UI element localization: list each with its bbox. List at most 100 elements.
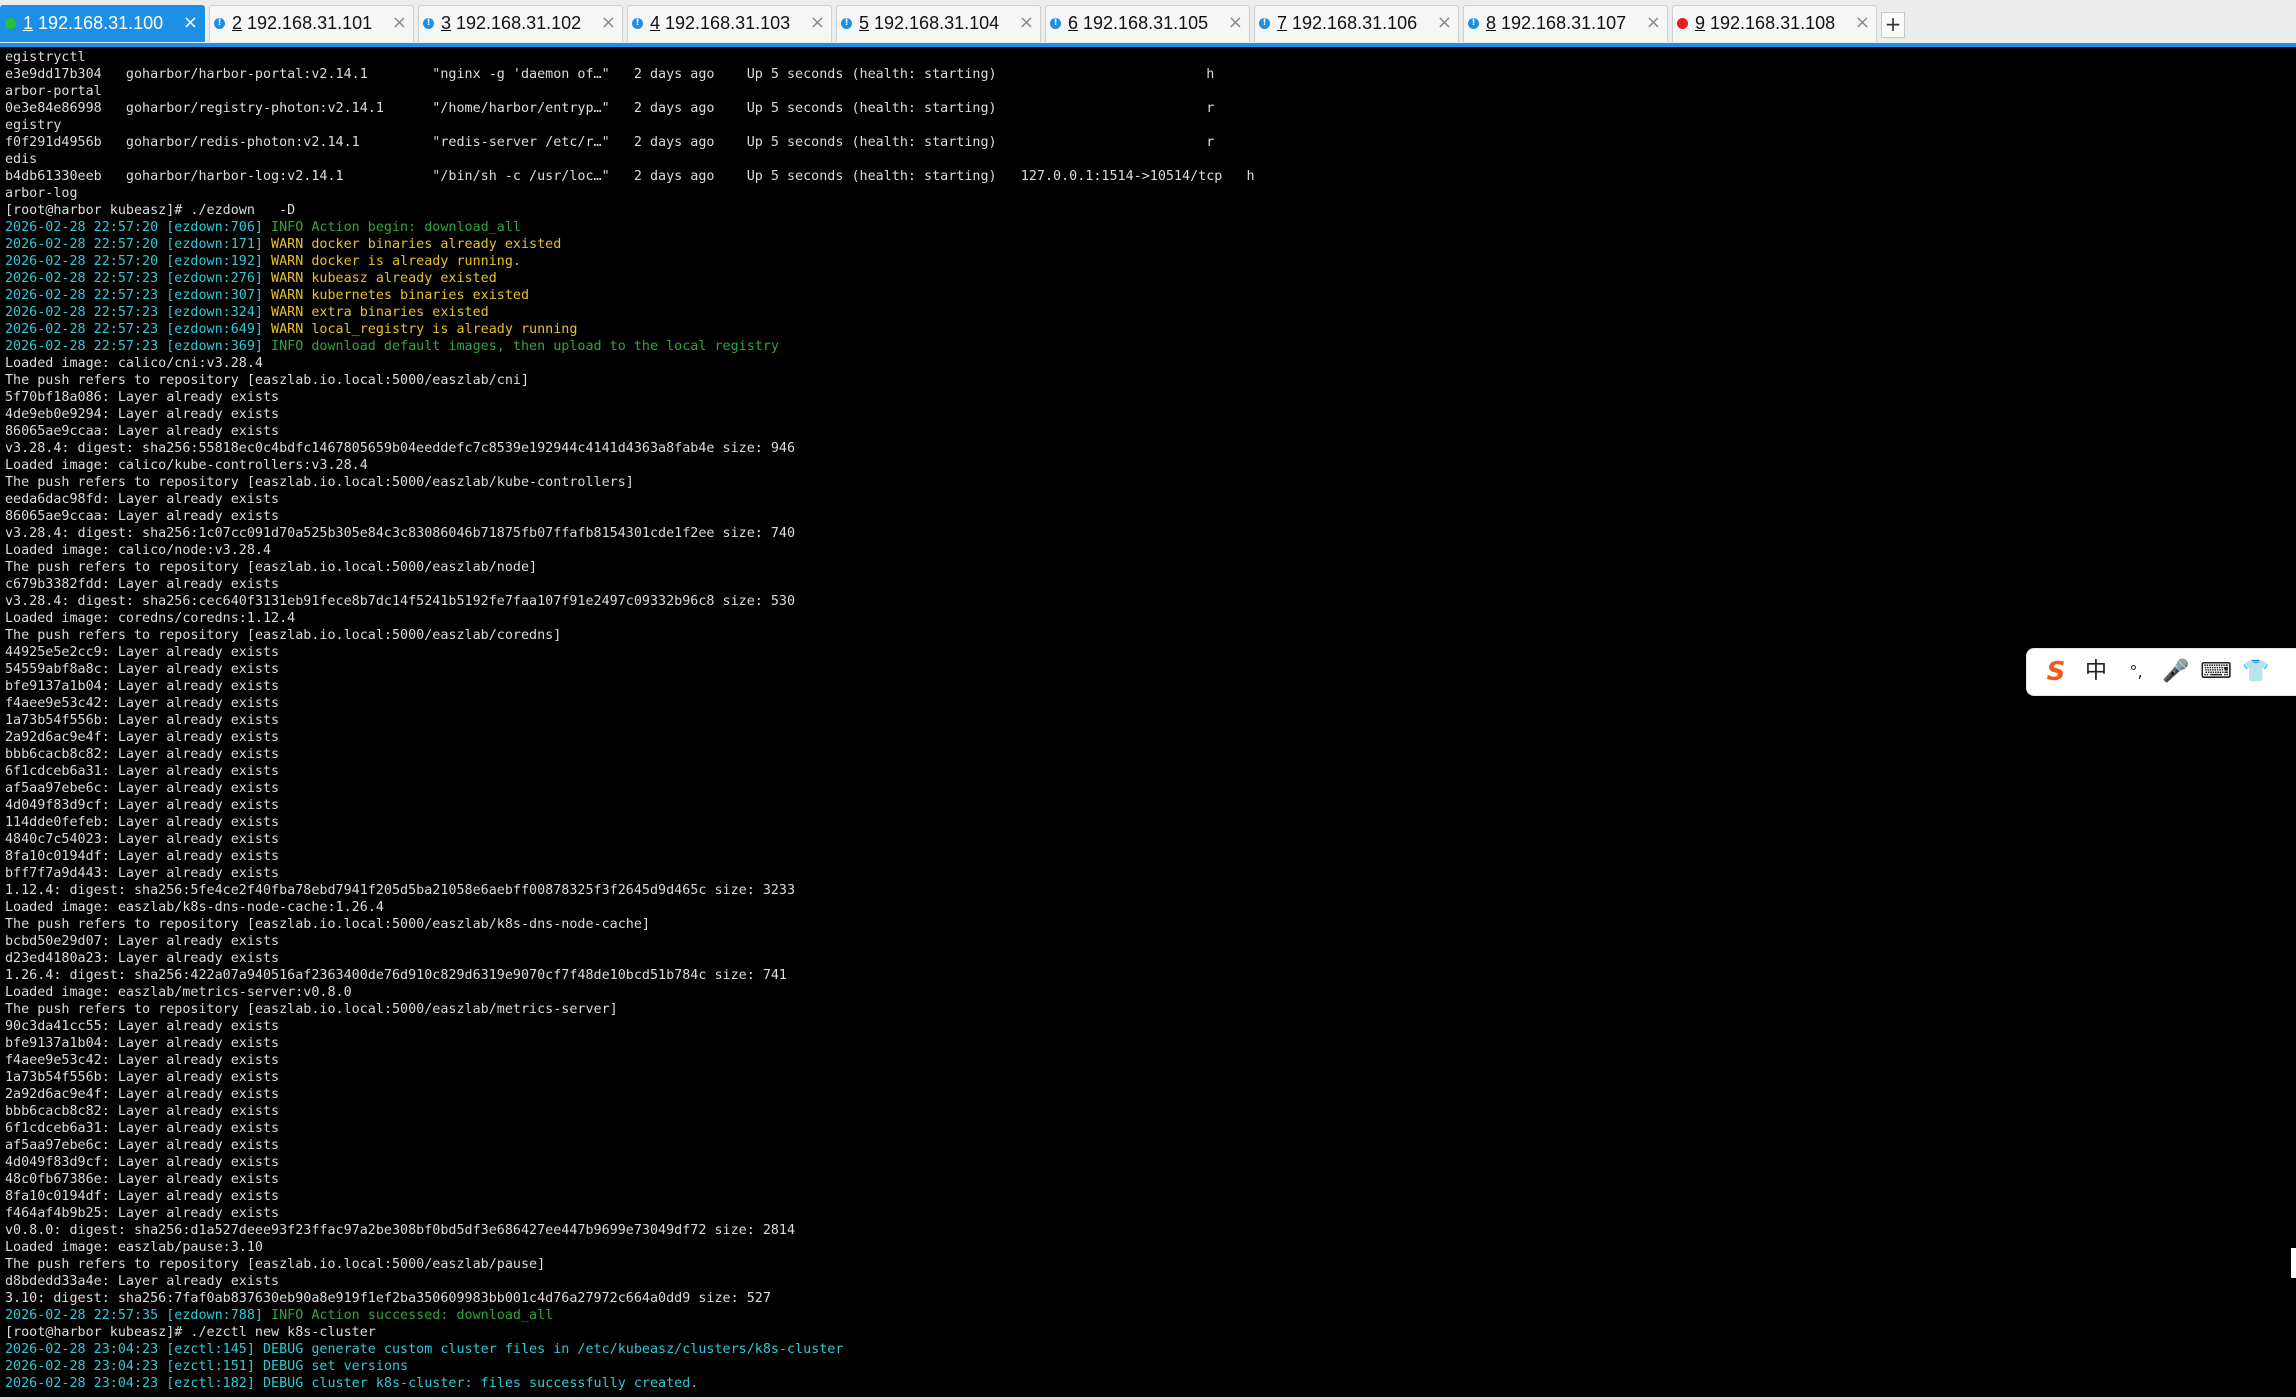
terminal-line: 4840c7c54023: Layer already exists — [5, 831, 279, 848]
terminal-text: bbb6cacb8c82: Layer already exists — [5, 747, 280, 762]
log-info-text: INFO Action successed: download_all — [271, 1308, 554, 1323]
log-info-text: INFO Action begin: download_all — [271, 220, 521, 235]
status-warning-icon: ! — [1259, 18, 1270, 29]
close-tab-icon[interactable]: × — [1228, 12, 1243, 33]
terminal-text: af5aa97ebe6c: Layer already exists — [5, 1138, 280, 1153]
close-tab-icon[interactable]: × — [1437, 12, 1452, 33]
terminal-line: Loaded image: coredns/coredns:1.12.4 — [5, 610, 295, 627]
terminal-text: v3.28.4: digest: sha256:55818ec0c4bdfc14… — [5, 441, 796, 456]
tab-label: 4 192.168.31.103 — [650, 13, 790, 34]
terminal-text: c679b3382fdd: Layer already exists — [5, 577, 280, 592]
tab-192.168.31.106[interactable]: ! 7 192.168.31.106 × — [1254, 5, 1459, 42]
terminal-text: 48c0fb67386e: Layer already exists — [5, 1172, 280, 1187]
terminal-text: f464af4b9b25: Layer already exists — [5, 1206, 280, 1221]
close-tab-icon[interactable]: × — [1646, 12, 1661, 33]
terminal-line: bfe9137a1b04: Layer already exists — [5, 678, 279, 695]
tab-192.168.31.102[interactable]: ! 3 192.168.31.102 × — [418, 5, 623, 42]
log-warn-text: WARN kubernetes binaries existed — [271, 288, 530, 303]
terminal-line: 2026-02-28 22:57:20 [ezdown:706] INFO Ac… — [5, 219, 521, 236]
terminal-line: 1.12.4: digest: sha256:5fe4ce2f40fba78eb… — [5, 882, 795, 899]
terminal-line: b4db61330eeb goharbor/harbor-log:v2.14.1… — [5, 168, 1255, 185]
new-tab-button[interactable]: + — [1881, 12, 1905, 38]
tab-number: 7 — [1277, 13, 1288, 33]
tab-label: 8 192.168.31.107 — [1486, 13, 1626, 34]
terminal-text: eeda6dac98fd: Layer already exists — [5, 492, 280, 507]
close-tab-icon[interactable]: × — [1019, 12, 1034, 33]
terminal-output[interactable]: egistryctl e3e9dd17b304 goharbor/harbor-p… — [0, 47, 2296, 1397]
terminal-line: The push refers to repository [easzlab.i… — [5, 474, 634, 491]
terminal-line: arbor-portal — [5, 83, 102, 100]
terminal-text: The push refers to repository [easzlab.i… — [5, 475, 634, 490]
terminal-line: Loaded image: calico/node:v3.28.4 — [5, 542, 271, 559]
status-warning-icon: ! — [423, 18, 434, 29]
terminal-line: The push refers to repository [easzlab.i… — [5, 916, 650, 933]
terminal-line: 48c0fb67386e: Layer already exists — [5, 1171, 279, 1188]
chinese-mode-toggle[interactable]: 中 — [2079, 655, 2113, 689]
terminal-line: 3.10: digest: sha256:7faf0ab837630eb90a8… — [5, 1290, 771, 1307]
terminal-text: 8fa10c0194df: Layer already exists — [5, 1189, 280, 1204]
tab-host: 192.168.31.101 — [242, 13, 373, 33]
keyboard-icon[interactable]: ⌨ — [2199, 655, 2233, 689]
terminal-text: 3.10: digest: sha256:7faf0ab837630eb90a8… — [5, 1291, 771, 1306]
tab-192.168.31.107[interactable]: ! 8 192.168.31.107 × — [1463, 5, 1668, 42]
terminal-line: 2026-02-28 23:04:23 [ezctl:151] DEBUG se… — [5, 1358, 408, 1375]
status-warning-icon: ! — [632, 18, 643, 29]
terminal-line: egistry — [5, 117, 61, 134]
terminal-line: bff7f7a9d443: Layer already exists — [5, 865, 279, 882]
log-info-text: INFO download default images, then uploa… — [271, 339, 779, 354]
terminal-line: egistryctl — [5, 49, 86, 66]
terminal-text: e3e9dd17b304 goharbor/harbor-portal:v2.1… — [5, 67, 1215, 82]
terminal-line: Loaded image: calico/cni:v3.28.4 — [5, 355, 263, 372]
terminal-line: v3.28.4: digest: sha256:55818ec0c4bdfc14… — [5, 440, 795, 457]
status-warning-icon: ! — [214, 18, 225, 29]
punctuation-toggle[interactable]: °, — [2119, 655, 2153, 689]
terminal-text: [root@harbor kubeasz]# ./ezdown -D — [5, 203, 296, 218]
terminal-text: Loaded image: calico/node:v3.28.4 — [5, 543, 272, 558]
log-ts-text: 2026-02-28 22:57:20 [ezdown:706] — [5, 220, 272, 235]
terminal-text: Loaded image: easzlab/k8s-dns-node-cache… — [5, 900, 384, 915]
tab-192.168.31.104[interactable]: ! 5 192.168.31.104 × — [836, 5, 1041, 42]
terminal-text: The push refers to repository [easzlab.i… — [5, 628, 562, 643]
terminal-line: f4aee9e53c42: Layer already exists — [5, 1052, 279, 1069]
terminal-text: b4db61330eeb goharbor/harbor-log:v2.14.1… — [5, 169, 1255, 184]
close-tab-icon[interactable]: × — [183, 12, 198, 33]
terminal-line: edis — [5, 151, 37, 168]
tab-192.168.31.105[interactable]: ! 6 192.168.31.105 × — [1045, 5, 1250, 42]
terminal-line: 1a73b54f556b: Layer already exists — [5, 712, 279, 729]
close-tab-icon[interactable]: × — [1855, 12, 1870, 33]
close-tab-icon[interactable]: × — [392, 12, 407, 33]
sogou-logo-icon[interactable]: S — [2039, 655, 2073, 689]
scrollbar-thumb[interactable] — [2291, 1248, 2296, 1278]
terminal-line: 6f1cdceb6a31: Layer already exists — [5, 1120, 279, 1137]
terminal-text: [root@harbor kubeasz]# ./ezctl new k8s-c… — [5, 1325, 376, 1340]
terminal-line: 2026-02-28 23:04:23 [ezctl:145] DEBUG ge… — [5, 1341, 843, 1358]
close-tab-icon[interactable]: × — [810, 12, 825, 33]
terminal-text: v0.8.0: digest: sha256:d1a527deee93f23ff… — [5, 1223, 796, 1238]
terminal-line: bfe9137a1b04: Layer already exists — [5, 1035, 279, 1052]
terminal-line: 4d049f83d9cf: Layer already exists — [5, 1154, 279, 1171]
terminal-line: bbb6cacb8c82: Layer already exists — [5, 1103, 279, 1120]
terminal-text: 2a92d6ac9e4f: Layer already exists — [5, 1087, 280, 1102]
skin-shirt-icon[interactable]: 👕 — [2239, 655, 2273, 689]
terminal-line: v3.28.4: digest: sha256:cec640f3131eb91f… — [5, 593, 795, 610]
tab-192.168.31.100[interactable]: 1 192.168.31.100 × — [0, 5, 205, 42]
log-warn-text: WARN local_registry is already running — [271, 322, 578, 337]
terminal-text: bfe9137a1b04: Layer already exists — [5, 679, 280, 694]
close-tab-icon[interactable]: × — [601, 12, 616, 33]
terminal-line: Loaded image: calico/kube-controllers:v3… — [5, 457, 368, 474]
terminal-line: 44925e5e2cc9: Layer already exists — [5, 644, 279, 661]
terminal-text: f0f291d4956b goharbor/redis-photon:v2.14… — [5, 135, 1215, 150]
terminal-text: 8fa10c0194df: Layer already exists — [5, 849, 280, 864]
terminal-line: 8fa10c0194df: Layer already exists — [5, 1188, 279, 1205]
ime-toolbar: S 中 °, 🎤 ⌨ 👕 — [2026, 648, 2296, 696]
tab-192.168.31.103[interactable]: ! 4 192.168.31.103 × — [627, 5, 832, 42]
tab-host: 192.168.31.100 — [33, 13, 164, 33]
terminal-text: Loaded image: coredns/coredns:1.12.4 — [5, 611, 296, 626]
tab-192.168.31.101[interactable]: ! 2 192.168.31.101 × — [209, 5, 414, 42]
tab-192.168.31.108[interactable]: 9 192.168.31.108 × — [1672, 5, 1877, 42]
terminal-text: 4d049f83d9cf: Layer already exists — [5, 1155, 280, 1170]
terminal-line: 5f70bf18a086: Layer already exists — [5, 389, 279, 406]
terminal-text: 5f70bf18a086: Layer already exists — [5, 390, 280, 405]
microphone-icon[interactable]: 🎤 — [2159, 655, 2193, 689]
terminal-text: 6f1cdceb6a31: Layer already exists — [5, 1121, 280, 1136]
